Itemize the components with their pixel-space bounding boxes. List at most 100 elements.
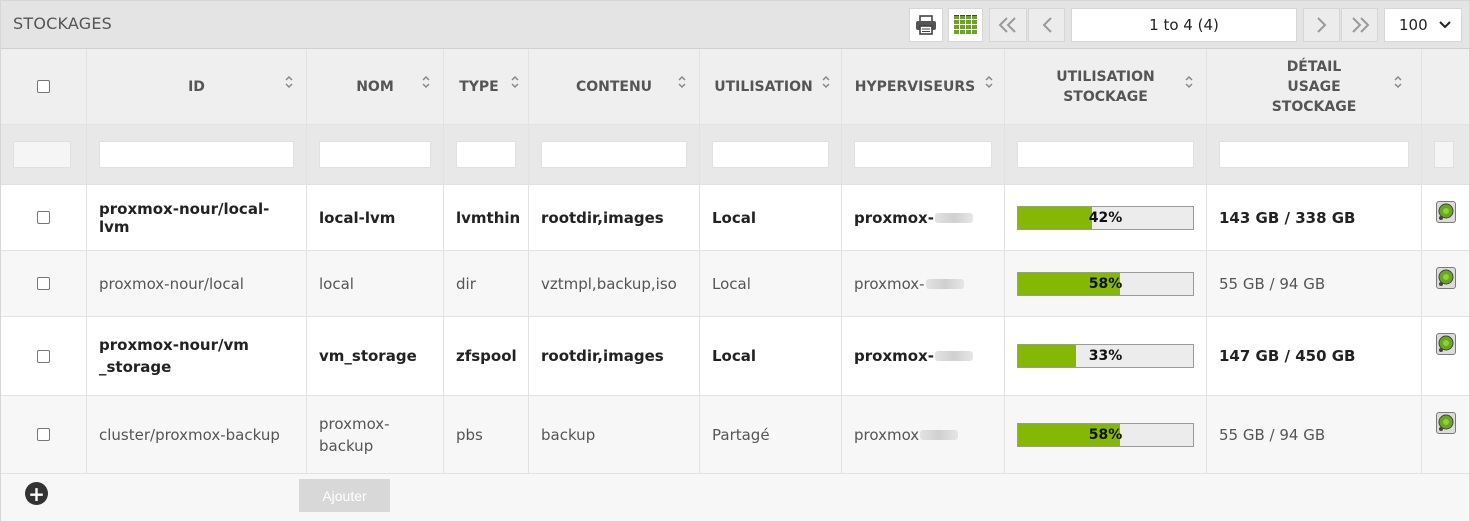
column-header-utilisation[interactable]: UTILISATION [700, 49, 842, 124]
cell-contenu: rootdir,images [529, 317, 700, 395]
add-button[interactable]: Ajouter [299, 479, 390, 512]
usage-progress-bar: 33% [1017, 344, 1194, 368]
cell-actions [1422, 251, 1469, 316]
filter-cell-contenu [529, 125, 700, 184]
sort-icon [511, 75, 519, 89]
row-select-cell [1, 396, 87, 473]
storages-panel: STOCKAGES 1 to 4 (4) 100 ID NOM TYPE CON… [0, 0, 1470, 521]
filter-contenu-input[interactable] [541, 141, 687, 168]
column-header-nom[interactable]: NOM [307, 49, 444, 124]
sort-icon [422, 75, 430, 89]
chevron-right-icon [1316, 17, 1326, 33]
storage-detail-icon[interactable] [1435, 267, 1456, 289]
column-header-hyperviseurs[interactable]: HYPERVISEURS [842, 49, 1005, 124]
sort-icon [285, 75, 293, 89]
redacted-text [934, 212, 973, 223]
row-checkbox[interactable] [37, 349, 50, 363]
usage-progress-bar: 42% [1017, 205, 1194, 230]
sort-icon [822, 75, 830, 89]
column-header-utilisation-stockage[interactable]: UTILISATION STOCKAGE [1005, 49, 1207, 124]
table-footer: + Ajouter [1, 474, 1469, 521]
filter-id-input[interactable] [99, 141, 294, 168]
table-row[interactable]: cluster/proxmox-backup proxmox-backup pb… [1, 396, 1469, 474]
usage-percent: 58% [1088, 275, 1123, 292]
row-select-cell [1, 317, 87, 395]
chevron-down-icon [1439, 21, 1451, 29]
chevron-left-icon [1042, 17, 1052, 33]
column-header-id[interactable]: ID [87, 49, 307, 124]
storage-detail-icon[interactable] [1435, 201, 1456, 223]
cell-id: cluster/proxmox-backup [87, 396, 307, 473]
column-header-type[interactable]: TYPE [444, 49, 529, 124]
page-size-value: 100 [1399, 16, 1428, 34]
select-all-cell [1, 49, 87, 124]
column-header-detail-usage[interactable]: DÉTAIL USAGE STOCKAGE [1207, 49, 1422, 124]
page-title: STOCKAGES [13, 14, 113, 33]
cell-nom: vm_storage [307, 317, 444, 395]
print-button[interactable] [909, 8, 943, 42]
table-row[interactable]: proxmox-nour/local local dir vztmpl,back… [1, 251, 1469, 317]
column-header-actions [1422, 49, 1469, 124]
cell-detail: 143 GB / 338 GB [1207, 185, 1422, 250]
storage-table: ID NOM TYPE CONTENU UTILISATION HYPERVIS… [1, 49, 1469, 474]
plus-circle-icon[interactable]: + [25, 482, 48, 505]
disk-icon [1438, 203, 1453, 220]
redacted-text [920, 429, 959, 440]
row-checkbox[interactable] [37, 211, 50, 224]
cell-id: proxmox-nour/local [87, 251, 307, 316]
filter-nom-input[interactable] [319, 141, 431, 168]
filter-placeholder [13, 141, 71, 168]
cell-nom: local-lvm [307, 185, 444, 250]
redacted-text [925, 278, 964, 289]
filter-utilisation-input[interactable] [712, 141, 829, 168]
columns-button[interactable] [948, 8, 983, 42]
filter-cell-utilisation-stockage [1005, 125, 1207, 184]
column-grid-icon [952, 14, 979, 36]
page-size-select[interactable]: 100 [1384, 8, 1462, 42]
filter-cell-nom [307, 125, 444, 184]
cell-type: lvmthin [444, 185, 529, 250]
filter-cell-utilisation [700, 125, 842, 184]
next-page-button[interactable] [1303, 8, 1340, 42]
filter-cell-type [444, 125, 529, 184]
usage-percent: 33% [1088, 348, 1123, 364]
select-all-checkbox[interactable] [37, 80, 50, 93]
filter-detail-input[interactable] [1219, 141, 1409, 168]
disk-icon [1438, 414, 1453, 431]
double-chevron-right-icon [1351, 17, 1369, 33]
storage-detail-icon[interactable] [1435, 412, 1456, 434]
cell-actions [1422, 185, 1469, 250]
row-checkbox[interactable] [37, 277, 50, 290]
cell-detail: 147 GB / 450 GB [1207, 317, 1422, 395]
usage-percent: 58% [1088, 426, 1123, 443]
sort-icon [1185, 75, 1193, 89]
row-select-cell [1, 185, 87, 250]
first-page-button[interactable] [989, 8, 1027, 42]
prev-page-button[interactable] [1028, 8, 1065, 42]
sort-icon [678, 75, 686, 89]
filter-cell-id [87, 125, 307, 184]
cell-hyperviseur: proxmox- [842, 317, 1005, 395]
cell-actions [1422, 396, 1469, 473]
cell-detail: 55 GB / 94 GB [1207, 251, 1422, 316]
cell-hyperviseur: proxmox [842, 396, 1005, 473]
filter-hyperviseurs-input[interactable] [854, 141, 992, 168]
column-header-contenu[interactable]: CONTENU [529, 49, 700, 124]
filter-type-input[interactable] [456, 141, 516, 168]
cell-utilisation: Local [700, 317, 842, 395]
row-select-cell [1, 251, 87, 316]
cell-utilisation: Local [700, 185, 842, 250]
page-indicator: 1 to 4 (4) [1071, 8, 1297, 42]
cell-utilisation: Local [700, 251, 842, 316]
usage-progress-bar: 58% [1017, 422, 1194, 447]
row-checkbox[interactable] [37, 428, 50, 441]
table-row[interactable]: proxmox-nour/vm_storage vm_storage zfspo… [1, 317, 1469, 396]
cell-contenu: rootdir,images [529, 185, 700, 250]
cell-type: dir [444, 251, 529, 316]
storage-detail-icon[interactable] [1435, 333, 1456, 355]
filter-utilisation-stockage-input[interactable] [1017, 141, 1194, 168]
table-header-row: ID NOM TYPE CONTENU UTILISATION HYPERVIS… [1, 49, 1469, 125]
table-row[interactable]: proxmox-nour/local-lvm local-lvm lvmthin… [1, 185, 1469, 251]
cell-hyperviseur: proxmox- [842, 251, 1005, 316]
last-page-button[interactable] [1341, 8, 1378, 42]
